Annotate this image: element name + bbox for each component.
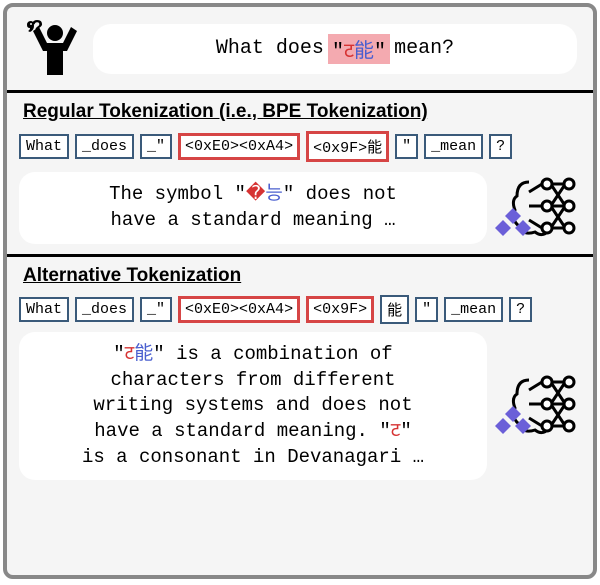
resp-text: have a standard meaning … xyxy=(110,209,395,231)
resp-text: " xyxy=(113,343,124,365)
resp-text: " is a combination of xyxy=(153,343,392,365)
neural-net-icon xyxy=(495,170,581,246)
question-suffix: mean? xyxy=(394,37,454,60)
alternative-tokenization-section: Alternative Tokenization What _does _" <… xyxy=(7,254,593,488)
diamond-icon xyxy=(495,404,531,440)
resp-text: writing systems and does not xyxy=(93,394,412,416)
token-byte: <0x9F>能 xyxy=(306,131,389,162)
token-byte: <0xE0><0xA4> xyxy=(178,133,300,160)
token: _does xyxy=(75,134,134,159)
resp-char: 能 xyxy=(134,343,153,365)
neural-net-icon xyxy=(495,368,581,444)
resp-char: � xyxy=(246,183,265,205)
resp-char: 능 xyxy=(265,183,282,205)
token: ? xyxy=(509,297,532,322)
figure-container: ? What does "ट能" mean? Regular Tokenizat… xyxy=(3,3,597,579)
token: _" xyxy=(140,134,172,159)
resp-text: " does not xyxy=(283,183,397,205)
response-bubble: The symbol "�능" does not have a standard… xyxy=(19,172,487,243)
resp-text: characters from different xyxy=(110,369,395,391)
diamond-icon xyxy=(495,206,531,242)
response-row: The symbol "�능" does not have a standard… xyxy=(19,170,581,246)
token: 能 xyxy=(380,295,409,324)
resp-text: " xyxy=(400,420,411,442)
token: What xyxy=(19,297,69,322)
token: ? xyxy=(489,134,512,159)
resp-char: ट xyxy=(125,343,135,365)
section-title: Regular Tokenization (i.e., BPE Tokeniza… xyxy=(19,99,581,125)
token: _mean xyxy=(444,297,503,322)
resp-text: is a consonant in Devanagari … xyxy=(82,446,424,468)
section-title: Alternative Tokenization xyxy=(19,263,581,289)
token: _mean xyxy=(424,134,483,159)
char-cjk: 能 xyxy=(354,41,374,64)
token-row: What _does _" <0xE0><0xA4> <0x9F>能 " _me… xyxy=(19,131,581,162)
token: _" xyxy=(140,297,172,322)
char-devanagari: ट xyxy=(344,41,354,64)
response-bubble: "ट能" is a combination of characters from… xyxy=(19,332,487,480)
person-question-icon: ? xyxy=(23,17,81,80)
question-prefix: What does xyxy=(216,37,324,60)
resp-text: have a standard meaning. " xyxy=(94,420,390,442)
token-byte: <0xE0><0xA4> xyxy=(178,296,300,323)
token: " xyxy=(395,134,418,159)
question-highlight: "ट能" xyxy=(328,34,390,64)
token: _does xyxy=(75,297,134,322)
token: " xyxy=(415,297,438,322)
token-byte: <0x9F> xyxy=(306,296,374,323)
regular-tokenization-section: Regular Tokenization (i.e., BPE Tokeniza… xyxy=(7,93,593,254)
token: What xyxy=(19,134,69,159)
question-section: ? What does "ट能" mean? xyxy=(7,7,593,93)
resp-text: The symbol " xyxy=(109,183,246,205)
response-row: "ट能" is a combination of characters from… xyxy=(19,332,581,480)
question-bubble: What does "ट能" mean? xyxy=(93,24,577,74)
resp-char: ट xyxy=(391,420,401,442)
token-row: What _does _" <0xE0><0xA4> <0x9F> 能 " _m… xyxy=(19,295,581,324)
